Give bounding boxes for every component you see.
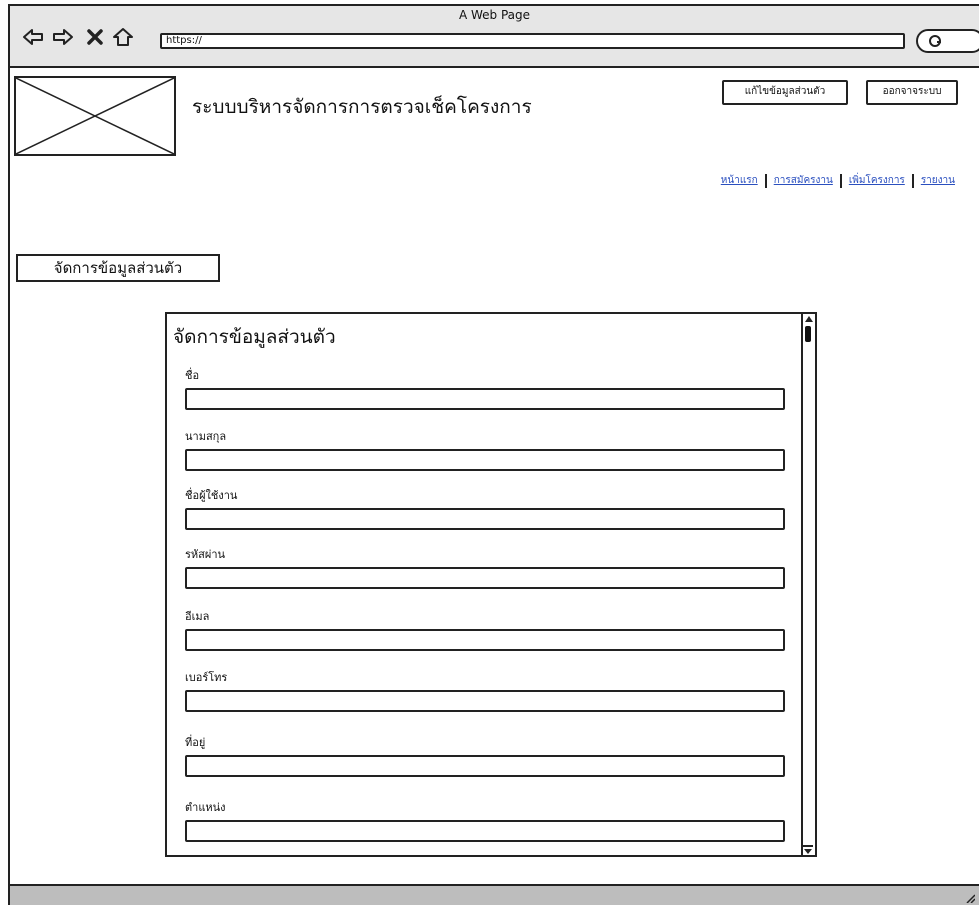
password-input[interactable]: [185, 567, 785, 589]
field-label-password: รหัสผ่าน: [185, 548, 226, 561]
browser-toolbar: A Web Page https://: [10, 6, 979, 68]
search-icon: [929, 35, 941, 47]
logo-placeholder: [14, 76, 176, 156]
logout-button[interactable]: ออกจาจระบบ: [866, 80, 958, 105]
first-name-input[interactable]: [185, 388, 785, 410]
scrollbar-thumb[interactable]: [805, 326, 811, 342]
vertical-scrollbar[interactable]: [801, 314, 815, 855]
address-input[interactable]: [185, 755, 785, 777]
image-placeholder-icon: [15, 77, 175, 155]
nav-divider: [764, 173, 767, 188]
nav-divider: [911, 173, 914, 188]
field-label-address: ที่อยู่: [185, 736, 206, 749]
home-icon[interactable]: [112, 26, 134, 48]
edit-profile-button[interactable]: แก้ไขข้อมูลส่วนตัว: [722, 80, 848, 105]
profile-form-panel: จัดการข้อมูลส่วนตัว ชื่อ นามสกุล ชื่อผู้…: [165, 312, 817, 857]
form-title: จัดการข้อมูลส่วนตัว: [173, 326, 336, 348]
browser-status-bar: [8, 884, 979, 905]
top-nav: หน้าแรก การสมัครงาน เพิ่มโครงการ รายงาน: [721, 173, 955, 188]
field-label-email: อีเมล: [185, 610, 210, 623]
phone-input[interactable]: [185, 690, 785, 712]
nav-link-job-application[interactable]: การสมัครงาน: [774, 173, 833, 188]
field-label-first-name: ชื่อ: [185, 369, 200, 382]
scroll-up-icon[interactable]: [805, 316, 813, 322]
resize-grip-icon[interactable]: [965, 893, 975, 903]
forward-icon[interactable]: [52, 26, 74, 48]
field-label-username: ชื่อผู้ใช้งาน: [185, 489, 238, 502]
manage-profile-button[interactable]: จัดการข้อมูลส่วนตัว: [16, 254, 220, 282]
nav-divider: [839, 173, 842, 188]
last-name-input[interactable]: [185, 449, 785, 471]
field-label-phone: เบอร์โทร: [185, 671, 228, 684]
close-icon[interactable]: [84, 26, 106, 48]
url-field[interactable]: https://: [160, 33, 905, 49]
position-input[interactable]: [185, 820, 785, 842]
scroll-down-icon[interactable]: [803, 845, 813, 855]
window-title: A Web Page: [458, 8, 531, 22]
email-input[interactable]: [185, 629, 785, 651]
nav-link-add-project[interactable]: เพิ่มโครงการ: [849, 173, 905, 188]
search-field[interactable]: [916, 29, 979, 53]
username-input[interactable]: [185, 508, 785, 530]
back-icon[interactable]: [22, 26, 44, 48]
page-title: ระบบบริหารจัดการการตรวจเช็คโครงการ: [192, 96, 532, 118]
nav-link-home[interactable]: หน้าแรก: [721, 173, 758, 188]
field-label-position: ตำแหน่ง: [185, 801, 226, 814]
nav-link-report[interactable]: รายงาน: [921, 173, 955, 188]
field-label-last-name: นามสกุล: [185, 430, 227, 443]
